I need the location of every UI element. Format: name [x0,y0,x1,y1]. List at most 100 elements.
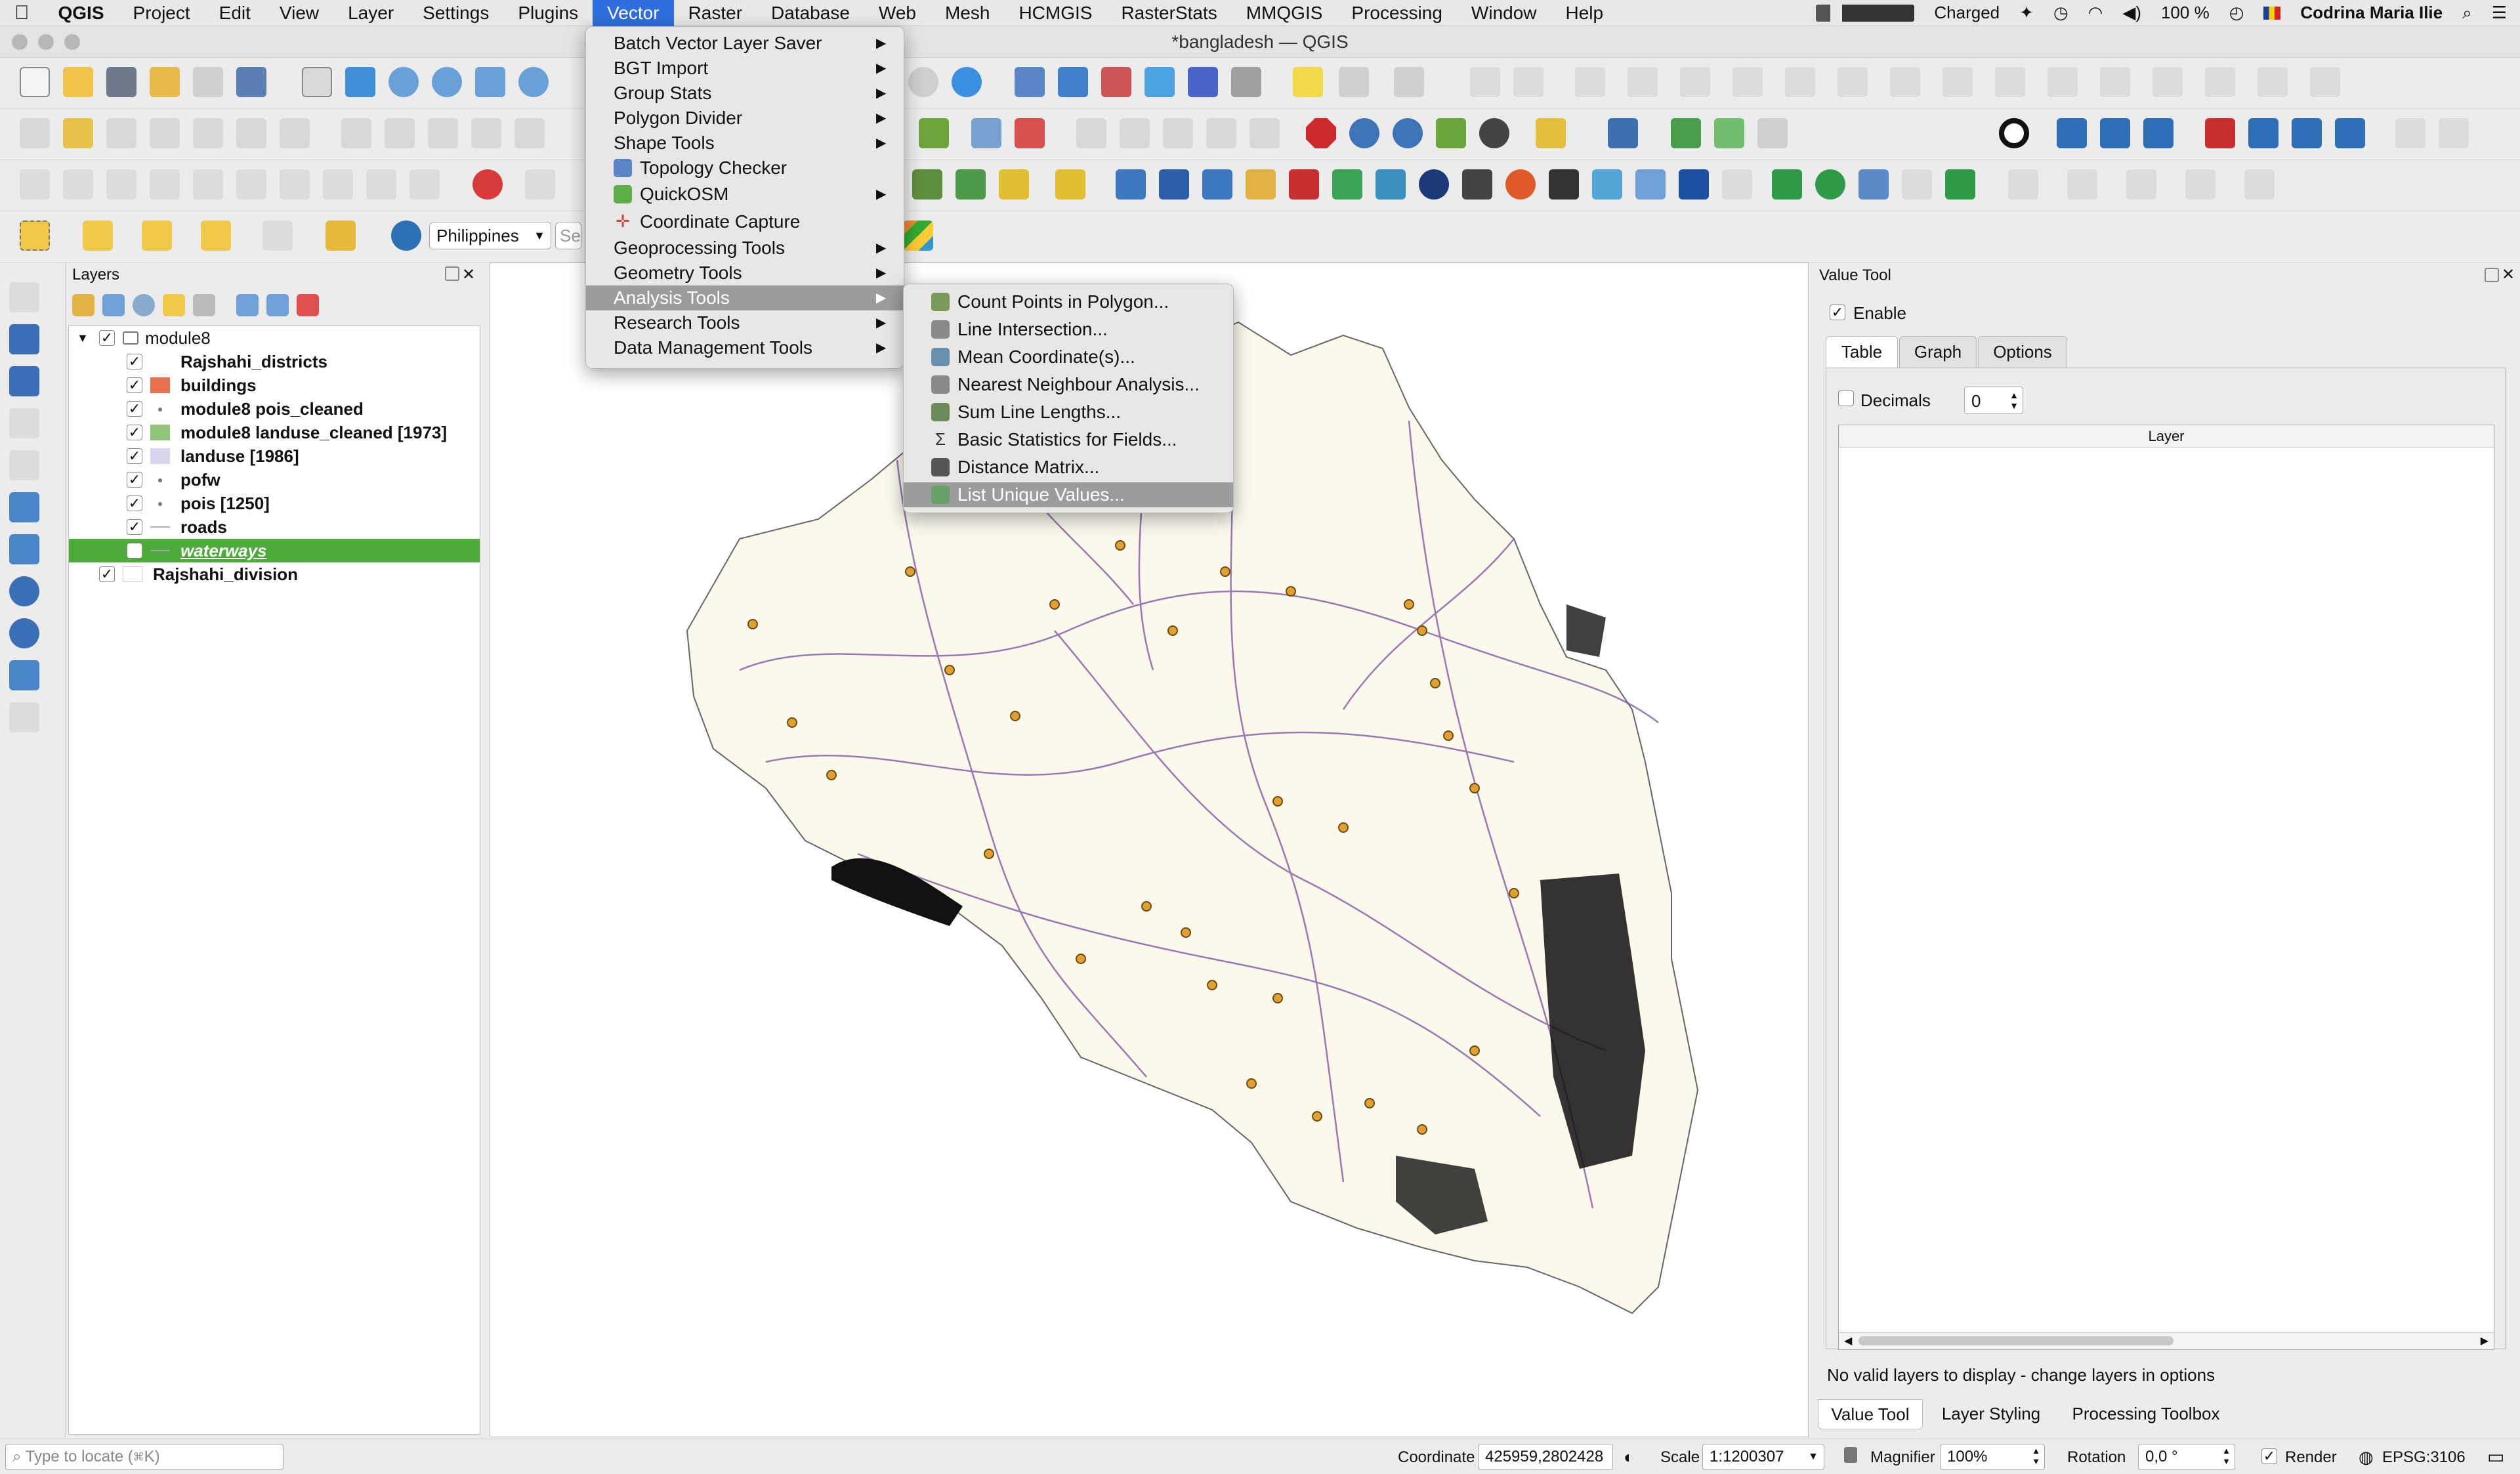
line-tool-icon[interactable] [2100,118,2130,148]
select-by-expression-icon[interactable] [83,221,113,251]
label-abc-icon[interactable] [971,118,1001,148]
submenu-item-list-unique-values[interactable]: List Unique Values... [904,482,1233,507]
xy-tool-icon[interactable] [2057,118,2087,148]
advanced-digitizing-icon[interactable] [1575,67,1605,97]
crosshair-icon[interactable] [1757,118,1788,148]
menu-mmqgis[interactable]: MMQGIS [1232,0,1337,26]
add-geopackage-icon[interactable] [9,450,39,480]
snapping-options-icon[interactable] [525,169,555,200]
plugin-ee-icon[interactable] [326,221,356,251]
reshape-features-icon[interactable] [1995,67,2025,97]
user-name[interactable]: Codrina Maria Ilie [2300,3,2443,23]
field-calculator-icon[interactable] [1188,67,1218,97]
plugin-cc-icon[interactable] [2185,169,2216,200]
add-spatialite-icon[interactable] [9,492,39,522]
locator-input[interactable]: ⌕ Type to locate (⌘K) [5,1444,284,1470]
merge-attributes-icon[interactable] [2258,67,2288,97]
print-layout-icon[interactable] [150,67,180,97]
menu-processing[interactable]: Processing [1337,0,1457,26]
plugin-dd-icon[interactable] [2244,169,2275,200]
submenu-item-line-intersection[interactable]: Line Intersection... [904,317,1233,342]
add-raster-layer-icon[interactable] [9,324,39,354]
lock-scale-icon[interactable] [1844,1447,1857,1463]
plugin-l-icon[interactable] [1159,169,1189,200]
circle-plugin-icon[interactable] [1999,118,2029,148]
layer-row-pois-cleaned[interactable]: ✓ module8 pois_cleaned [69,397,480,421]
submenu-item-count-points[interactable]: Count Points in Polygon... [904,289,1233,314]
menu-layer[interactable]: Layer [333,0,408,26]
plugin-p-icon[interactable] [1332,169,1362,200]
snapping-d-icon[interactable] [150,169,180,200]
layer-visibility-checkbox[interactable]: ✓ [127,519,142,535]
dock-tab-processing-toolbox[interactable]: Processing Toolbox [2061,1399,2231,1429]
cut-features-icon[interactable] [341,118,371,148]
plugin-r-icon[interactable] [1419,169,1449,200]
locator-combo[interactable]: Philippines ▼ [429,222,551,249]
notification-center-icon[interactable]: ☰ [2492,3,2507,23]
layers-tree[interactable]: ▼ ✓ module8 ✓ Rajshahi_districts ✓ build… [68,326,480,1435]
spin-arrows-icon[interactable]: ▲ ▼ [2032,1446,2040,1467]
battery-percent[interactable]: 100 % [2161,3,2210,23]
plugin-v-icon[interactable] [1679,169,1709,200]
menu-raster[interactable]: Raster [674,0,757,26]
layer-row-rajshahi-districts[interactable]: ✓ Rajshahi_districts [69,350,480,373]
dock-tab-value-tool[interactable]: Value Tool [1818,1399,1923,1429]
coordinate-input[interactable]: 425959,2802428 [1478,1444,1613,1470]
menu-database[interactable]: Database [757,0,864,26]
zoom-to-selection-icon[interactable] [518,67,549,97]
menu-item-polygon-divider[interactable]: Polygon Divider ▶ [586,106,904,131]
zoom-full-icon[interactable] [475,67,505,97]
menu-item-quickosm[interactable]: QuickOSM ▶ [586,182,904,207]
float-panel-icon[interactable] [2485,268,2499,282]
layer-row-pois[interactable]: ✓ pois [1250] [69,492,480,515]
layer-visibility-checkbox[interactable]: ✓ [127,495,142,511]
volume-icon[interactable]: ◀) [2122,3,2141,23]
menu-plugins[interactable]: Plugins [503,0,593,26]
layer-row-landuse[interactable]: ✓ landuse [1986] [69,444,480,468]
vertex-tool-icon[interactable] [1513,67,1544,97]
layout-manager-icon[interactable] [193,67,223,97]
magnifier-spinbox[interactable]: 100% ▲ ▼ [1940,1444,2045,1470]
plugin-b-icon[interactable] [1536,118,1566,148]
plugin-x-icon[interactable] [1858,169,1889,200]
menu-item-bgt-import[interactable]: BGT Import ▶ [586,56,904,81]
enable-checkbox[interactable]: ✓ [1830,305,1845,320]
menu-rasterstats[interactable]: RasterStats [1106,0,1231,26]
menu-item-geoprocessing-tools[interactable]: Geoprocessing Tools ▶ [586,236,904,261]
layer-visibility-checkbox[interactable]: ✓ [127,377,142,393]
add-wms-icon[interactable] [9,576,39,606]
horizontal-scrollbar[interactable]: ◀ ▶ [1839,1332,2494,1349]
zoom-in-icon[interactable] [388,67,419,97]
layer-visibility-checkbox[interactable]: ✓ [99,566,115,582]
collapse-all-icon[interactable] [266,294,289,316]
measure-tool-icon[interactable] [2205,118,2235,148]
plugin-s-icon[interactable] [1462,169,1492,200]
identify-features-icon[interactable] [1015,67,1045,97]
delete-ring-icon[interactable] [1890,67,1920,97]
layer-row-rajshahi-division[interactable]: ✓ Rajshahi_division [69,562,480,586]
values-table[interactable]: Layer ◀ ▶ [1838,425,2494,1350]
plugin-w-icon[interactable] [1772,169,1802,200]
expand-arrow-icon[interactable]: ▼ [77,326,89,350]
label-highlight-icon[interactable] [1015,118,1045,148]
menu-vector[interactable]: Vector [593,0,674,26]
merge-features-icon[interactable] [2205,67,2235,97]
plugin-c-icon[interactable] [1671,118,1701,148]
layer-visibility-checkbox[interactable]: ✓ [127,401,142,417]
plugin-n-icon[interactable] [1246,169,1276,200]
redo-icon[interactable] [514,118,545,148]
rotate-symbols-icon[interactable] [2310,67,2340,97]
plugin-y-icon[interactable] [1945,169,1975,200]
menu-help[interactable]: Help [1551,0,1618,26]
ruler-icon[interactable] [2248,118,2278,148]
status-icons[interactable] [1816,4,1915,22]
layer-row-pofw[interactable]: ✓ pofw [69,468,480,492]
submenu-item-mean-coordinates[interactable]: Mean Coordinate(s)... [904,345,1233,369]
add-group-icon[interactable] [102,294,125,316]
refresh-icon[interactable] [952,67,982,97]
openeo-icon[interactable] [1902,169,1932,200]
spotlight-icon[interactable]: ⌕ [2462,3,2472,24]
snapping-h-icon[interactable] [323,169,353,200]
web-plugin-a-icon[interactable] [1349,118,1379,148]
menu-item-geometry-tools[interactable]: Geometry Tools ▶ [586,261,904,285]
